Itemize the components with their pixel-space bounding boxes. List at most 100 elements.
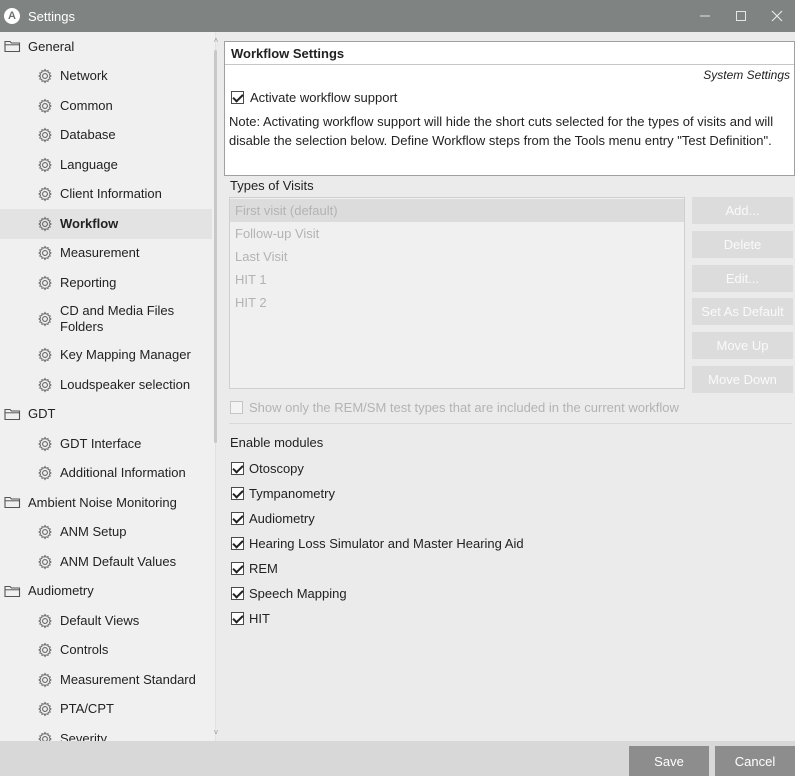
visit-list-item[interactable]: First visit (default)	[230, 199, 684, 222]
gear-icon	[36, 346, 54, 364]
window-title: Settings	[28, 8, 75, 24]
sidebar-item-label: Workflow	[60, 215, 119, 231]
enable-modules-label: Enable modules	[230, 435, 324, 450]
minimize-button[interactable]	[687, 0, 723, 32]
module-option-hearing-loss-simulator-and-master-hearing-aid[interactable]: Hearing Loss Simulator and Master Hearin…	[231, 536, 524, 551]
maximize-icon	[736, 11, 746, 21]
add-button[interactable]: Add...	[692, 197, 793, 224]
sidebar-item-label: Default Views	[60, 612, 140, 628]
sidebar-item-client-information[interactable]: Client Information	[0, 180, 212, 210]
sidebar-item-label: ANM Default Values	[60, 553, 177, 569]
sidebar-item-loudspeaker-selection[interactable]: Loudspeaker selection	[0, 370, 212, 400]
sidebar-item-default-views[interactable]: Default Views	[0, 606, 212, 636]
sidebar-item-label: Measurement Standard	[60, 671, 196, 687]
gear-icon	[36, 435, 54, 453]
module-label: REM	[249, 561, 278, 576]
gear-icon	[36, 156, 54, 174]
sidebar-item-anm-default-values[interactable]: ANM Default Values	[0, 547, 212, 577]
gear-icon	[36, 700, 54, 718]
sidebar-item-anm-setup[interactable]: ANM Setup	[0, 518, 212, 548]
sidebar-item-severity[interactable]: Severity	[0, 724, 212, 741]
module-option-audiometry[interactable]: Audiometry	[231, 511, 315, 526]
sidebar-item-database[interactable]: Database	[0, 121, 212, 151]
gear-icon	[36, 244, 54, 262]
gear-icon	[36, 126, 54, 144]
module-checkbox[interactable]	[231, 587, 244, 600]
sidebar-item-key-mapping-manager[interactable]: Key Mapping Manager	[0, 341, 212, 371]
delete-button[interactable]: Delete	[692, 231, 793, 258]
sidebar-item-gdt[interactable]: GDT	[0, 400, 212, 430]
module-option-speech-mapping[interactable]: Speech Mapping	[231, 586, 347, 601]
edit-button[interactable]: Edit...	[692, 265, 793, 292]
module-option-otoscopy[interactable]: Otoscopy	[231, 461, 304, 476]
module-checkbox[interactable]	[231, 537, 244, 550]
gear-icon	[36, 612, 54, 630]
sidebar-item-cd-and-media-files-folders[interactable]: CD and Media Files Folders	[0, 298, 212, 341]
sidebar-item-gdt-interface[interactable]: GDT Interface	[0, 429, 212, 459]
scroll-down-icon[interactable]: ˅	[212, 728, 220, 737]
set-as-default-button[interactable]: Set As Default	[692, 298, 793, 325]
module-checkbox[interactable]	[231, 462, 244, 475]
sidebar-item-network[interactable]: Network	[0, 62, 212, 92]
gear-icon	[36, 215, 54, 233]
gear-icon	[36, 464, 54, 482]
sidebar-item-ambient-noise-monitoring[interactable]: Ambient Noise Monitoring	[0, 488, 212, 518]
gear-icon	[36, 730, 54, 741]
app-logo-icon: A	[4, 8, 20, 24]
sidebar-item-label: Database	[60, 127, 116, 143]
module-checkbox[interactable]	[231, 612, 244, 625]
sidebar-item-workflow[interactable]: Workflow	[0, 209, 212, 239]
sidebar-item-label: General	[28, 38, 75, 54]
sidebar-scrollbar-thumb[interactable]	[214, 50, 217, 443]
module-label: Audiometry	[249, 511, 315, 526]
visit-list-item[interactable]: Last Visit	[230, 245, 684, 268]
sidebar-item-label: Common	[60, 97, 113, 113]
sidebar-item-label: PTA/CPT	[60, 701, 114, 717]
sidebar-item-measurement[interactable]: Measurement	[0, 239, 212, 269]
sidebar-item-general[interactable]: General	[0, 32, 212, 62]
title-bar: A Settings	[0, 0, 795, 32]
module-option-rem[interactable]: REM	[231, 561, 278, 576]
scroll-up-icon[interactable]: ˄	[212, 36, 220, 45]
activate-workflow-checkbox[interactable]	[231, 91, 244, 104]
module-option-tympanometry[interactable]: Tympanometry	[231, 486, 335, 501]
module-checkbox[interactable]	[231, 512, 244, 525]
folder-icon	[4, 584, 22, 598]
rem-sm-option[interactable]: Show only the REM/SM test types that are…	[230, 400, 679, 415]
sidebar-item-label: Ambient Noise Monitoring	[28, 494, 177, 510]
settings-tree: General Network Common Database Language Clie…	[0, 32, 216, 741]
panel-title: Workflow Settings	[231, 46, 345, 61]
save-button[interactable]: Save	[629, 746, 709, 776]
rem-sm-checkbox[interactable]	[230, 401, 243, 414]
workflow-settings-panel: Workflow Settings System Settings Activa…	[224, 41, 795, 176]
close-icon	[771, 10, 783, 22]
move-up-button[interactable]: Move Up	[692, 332, 793, 359]
visits-list[interactable]: First visit (default) Follow-up Visit Last…	[229, 197, 685, 389]
sidebar-item-audiometry[interactable]: Audiometry	[0, 577, 212, 607]
sidebar-item-reporting[interactable]: Reporting	[0, 268, 212, 298]
cancel-button[interactable]: Cancel	[715, 746, 795, 776]
move-down-button[interactable]: Move Down	[692, 366, 793, 393]
visit-list-item[interactable]: HIT 2	[230, 291, 684, 314]
module-checkbox[interactable]	[231, 487, 244, 500]
sidebar-item-controls[interactable]: Controls	[0, 636, 212, 666]
sidebar-item-additional-information[interactable]: Additional Information	[0, 459, 212, 489]
module-checkbox[interactable]	[231, 562, 244, 575]
close-button[interactable]	[759, 0, 795, 32]
sidebar-item-label: ANM Setup	[60, 524, 127, 540]
sidebar-item-language[interactable]: Language	[0, 150, 212, 180]
activate-workflow-option[interactable]: Activate workflow support	[231, 90, 397, 105]
maximize-button[interactable]	[723, 0, 759, 32]
sidebar-item-label: Key Mapping Manager	[60, 347, 191, 363]
visit-list-item[interactable]: HIT 1	[230, 268, 684, 291]
visit-list-item[interactable]: Follow-up Visit	[230, 222, 684, 245]
module-label: Hearing Loss Simulator and Master Hearin…	[249, 536, 524, 551]
sidebar-item-measurement-standard[interactable]: Measurement Standard	[0, 665, 212, 695]
module-label: Speech Mapping	[249, 586, 347, 601]
sidebar-item-label: Controls	[60, 642, 109, 658]
folder-icon	[4, 40, 22, 54]
sidebar-item-common[interactable]: Common	[0, 91, 212, 121]
sidebar-item-pta-cpt[interactable]: PTA/CPT	[0, 695, 212, 725]
module-option-hit[interactable]: HIT	[231, 611, 270, 626]
gear-icon	[36, 185, 54, 203]
